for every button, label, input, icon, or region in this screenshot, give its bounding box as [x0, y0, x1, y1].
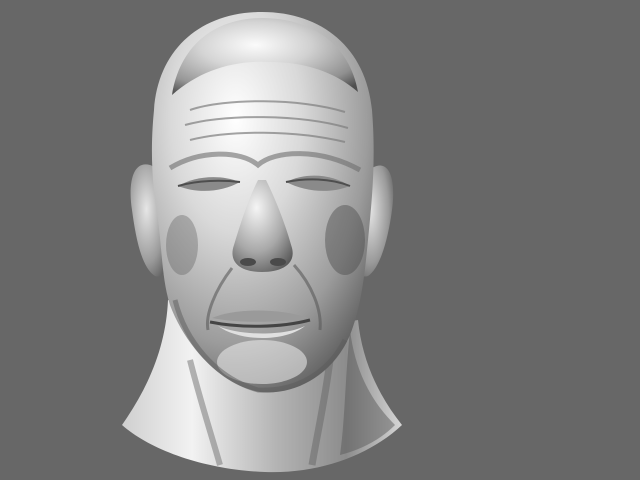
right-cheek-shadow [325, 205, 365, 275]
left-nostril [240, 258, 256, 266]
right-nostril [270, 258, 286, 266]
left-cheek-shadow [166, 215, 198, 275]
render-viewport [0, 0, 640, 480]
head-render [0, 0, 640, 480]
